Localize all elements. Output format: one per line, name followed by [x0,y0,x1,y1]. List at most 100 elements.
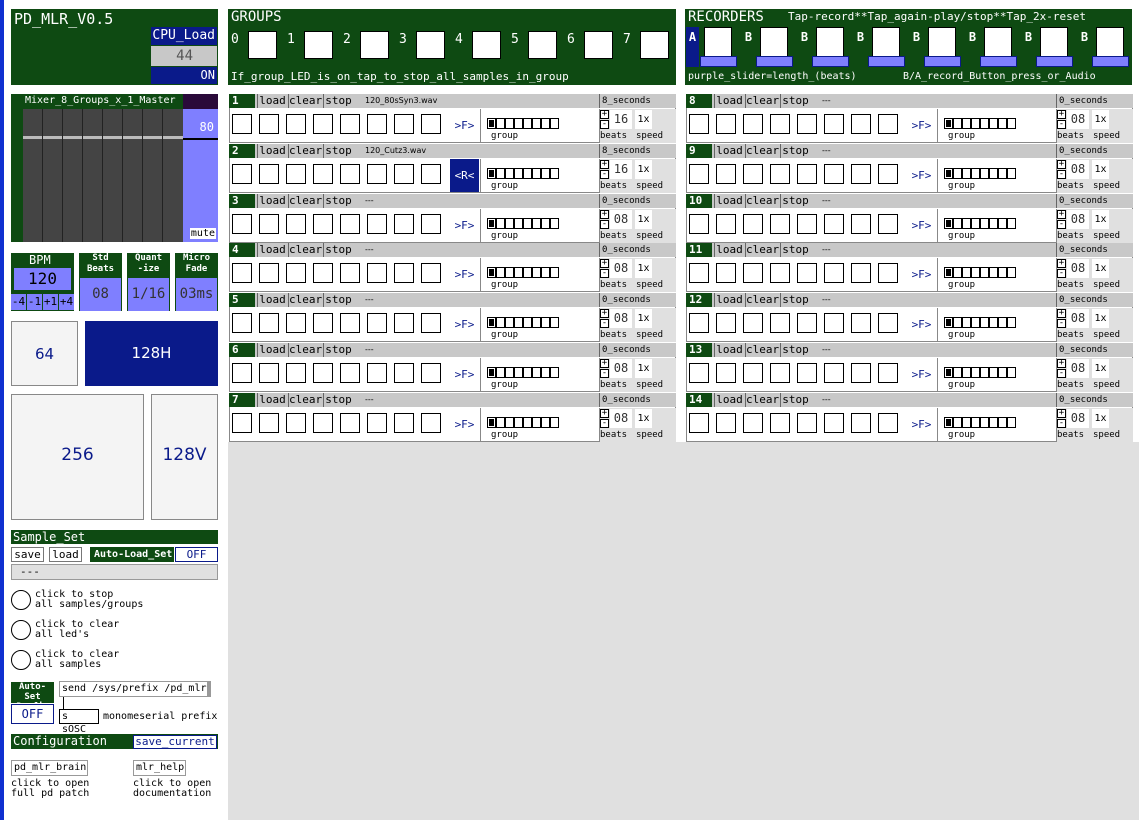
step-button[interactable] [851,363,871,383]
group-radio-cell[interactable] [1007,317,1016,329]
clear-button[interactable]: clear [745,193,779,208]
mlr-help-button[interactable]: mlr_help [133,760,186,776]
group-radio-cell[interactable] [998,167,1007,179]
recorder-length-slider[interactable] [1092,56,1129,67]
stop-button[interactable]: stop [323,143,353,158]
recorder-length-slider[interactable] [1036,56,1073,67]
beats-plus-button[interactable]: + [1057,259,1066,269]
step-button[interactable] [851,263,871,284]
load-button[interactable]: load [257,293,287,308]
group-radio-cell[interactable] [962,217,971,229]
step-button[interactable] [367,412,387,433]
step-button[interactable] [259,213,279,234]
group-led-button[interactable] [248,31,277,59]
std-beats-value[interactable]: 08 [80,278,121,311]
stop-button[interactable]: stop [780,293,810,308]
on-toggle[interactable]: ON [151,67,217,84]
step-button[interactable] [394,163,414,184]
group-led-button[interactable] [472,31,501,59]
group-radio-cell[interactable] [971,367,980,378]
speed-value[interactable]: 1x [635,110,652,129]
group-radio-cell[interactable] [550,317,559,329]
speed-value[interactable]: 1x [1092,309,1109,329]
step-button[interactable] [421,412,441,433]
beats-plus-button[interactable]: + [600,359,609,368]
step-button[interactable] [716,213,736,234]
group-radio-cell[interactable] [1007,416,1016,428]
step-button[interactable] [689,263,709,284]
group-radio-cell[interactable] [523,118,532,129]
step-button[interactable] [340,163,360,184]
beats-value[interactable]: 08 [1067,159,1089,179]
step-button[interactable] [340,313,360,334]
beats-minus-button[interactable]: - [1057,219,1066,229]
bpm-adjust-button[interactable]: -1 [27,294,42,310]
group-radio-cell[interactable] [989,317,998,329]
group-radio-cell[interactable] [944,367,953,378]
quantize-value[interactable]: 1/16 [128,278,169,311]
recorder-length-slider[interactable] [924,56,961,67]
clear-button[interactable]: clear [745,94,779,108]
recorder-ab-button[interactable]: B [798,27,811,67]
beats-minus-button[interactable]: - [600,418,609,428]
step-button[interactable] [770,114,790,134]
step-button[interactable] [313,114,333,134]
group-radio-cell[interactable] [1007,167,1016,179]
group-radio-cell[interactable] [989,167,998,179]
group-radio-cell[interactable] [496,217,505,229]
beats-value[interactable]: 08 [1067,259,1089,279]
group-radio-cell[interactable] [505,118,514,129]
group-radio-cell[interactable] [971,267,980,279]
mute-label[interactable]: mute [189,228,216,239]
group-radio-cell[interactable] [496,118,505,129]
recorder-cell[interactable]: 08 beats [928,27,956,57]
group-radio-cell[interactable] [953,416,962,428]
beats-plus-button[interactable]: + [1057,408,1066,418]
group-radio-cell[interactable] [514,217,523,229]
clear-button[interactable]: clear [288,392,322,407]
group-radio-cell[interactable] [953,167,962,179]
stop-button[interactable]: stop [323,243,353,258]
group-radio-cell[interactable] [487,267,496,279]
group-radio-cell[interactable] [980,118,989,129]
step-button[interactable] [421,313,441,334]
group-radio-cell[interactable] [953,367,962,378]
speed-value[interactable]: 1x [1092,159,1109,179]
group-radio-cell[interactable] [496,416,505,428]
beats-value[interactable]: 08 [1067,309,1089,329]
recorder-ab-button[interactable]: B [910,27,923,67]
beats-minus-button[interactable]: - [600,169,609,179]
step-button[interactable] [367,114,387,134]
step-button[interactable] [259,163,279,184]
group-led-button[interactable] [640,31,669,59]
group-radio-cell[interactable] [514,167,523,179]
auto-load-toggle[interactable]: OFF [175,547,218,562]
beats-plus-button[interactable]: + [1057,159,1066,169]
group-radio-cell[interactable] [550,267,559,279]
group-radio-cell[interactable] [1007,118,1016,129]
step-button[interactable] [770,263,790,284]
step-button[interactable] [367,263,387,284]
beats-minus-button[interactable]: - [600,269,609,279]
group-radio-cell[interactable] [980,267,989,279]
direction-toggle[interactable]: >F> [450,407,479,441]
group-radio-cell[interactable] [971,317,980,329]
beats-value[interactable]: 16 [610,159,632,179]
group-radio-cell[interactable] [980,416,989,428]
speed-value[interactable]: 1x [1092,408,1109,428]
group-led-button[interactable] [416,31,445,59]
speed-value[interactable]: 1x [635,209,652,229]
beats-minus-button[interactable]: - [600,219,609,229]
recorder-length-slider[interactable] [980,56,1017,67]
step-button[interactable] [770,313,790,334]
stop-button[interactable]: stop [323,293,353,308]
step-button[interactable] [367,213,387,234]
speed-value[interactable]: 1x [635,408,652,428]
group-led-button[interactable] [584,31,613,59]
group-radio-cell[interactable] [487,317,496,329]
beats-value[interactable]: 08 [610,359,632,378]
step-button[interactable] [689,313,709,334]
group-radio-cell[interactable] [532,217,541,229]
step-button[interactable] [797,163,817,184]
mixer-faders[interactable] [23,109,183,242]
